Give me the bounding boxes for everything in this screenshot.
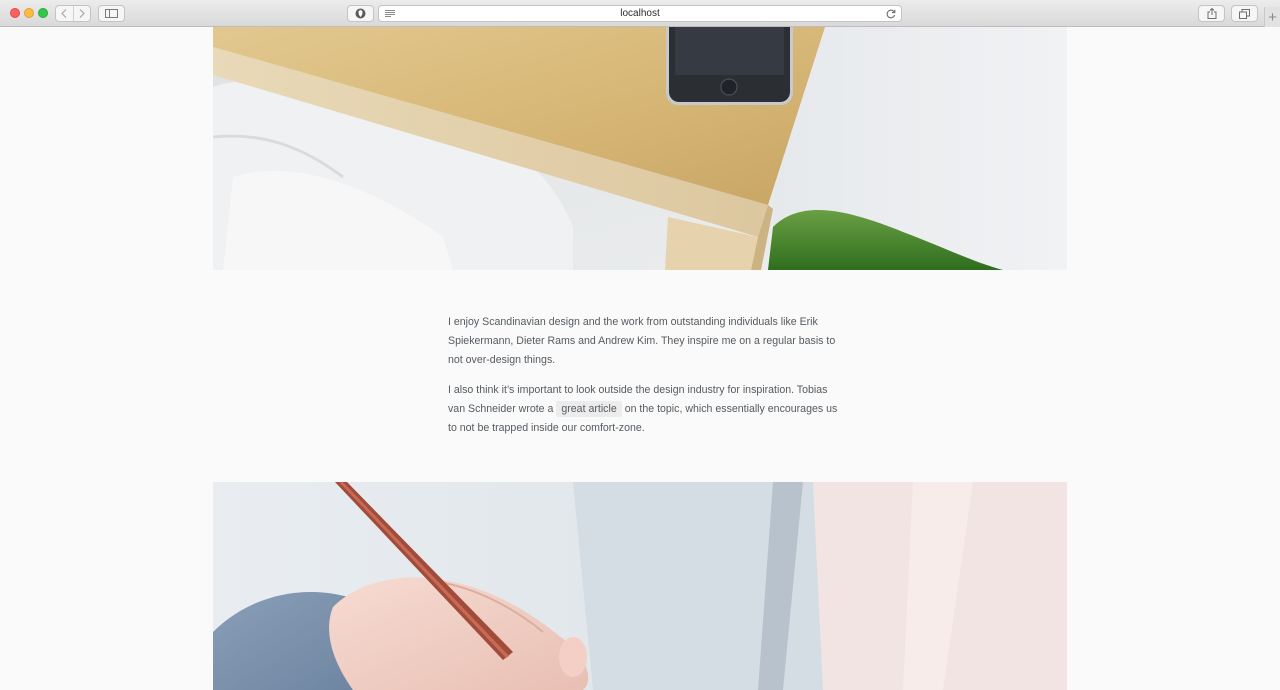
- zoom-window-button[interactable]: [38, 8, 48, 18]
- hero-image-desk-phone: [213, 27, 1067, 270]
- great-article-link[interactable]: great article: [556, 400, 622, 417]
- shield-icon: [355, 8, 366, 19]
- browser-toolbar: localhost +: [0, 0, 1280, 27]
- close-window-button[interactable]: [10, 8, 20, 18]
- minimize-window-button[interactable]: [24, 8, 34, 18]
- chevron-left-icon: [61, 9, 67, 18]
- privacy-button[interactable]: [347, 5, 374, 22]
- desk-photo: [213, 27, 1067, 270]
- history-navigation: [55, 5, 91, 22]
- forward-button[interactable]: [72, 6, 91, 21]
- back-button[interactable]: [56, 6, 73, 21]
- hero-image-hand-pencil: [213, 482, 1067, 690]
- pencil-photo: [213, 482, 1067, 690]
- article-body: I enjoy Scandinavian design and the work…: [448, 313, 838, 448]
- address-bar[interactable]: localhost: [378, 5, 902, 22]
- chevron-right-icon: [79, 9, 85, 18]
- paragraph: I also think it’s important to look outs…: [448, 381, 838, 439]
- share-button[interactable]: [1198, 5, 1225, 22]
- paragraph: I enjoy Scandinavian design and the work…: [448, 316, 836, 367]
- share-icon: [1207, 8, 1216, 19]
- reload-icon[interactable]: [886, 9, 896, 19]
- show-tabs-button[interactable]: [1231, 5, 1258, 22]
- new-tab-button[interactable]: +: [1264, 7, 1280, 27]
- sidebar-toggle-button[interactable]: [98, 5, 125, 22]
- tabs-overview-icon: [1239, 8, 1250, 19]
- address-text: localhost: [620, 8, 660, 19]
- sidebar-icon: [105, 9, 118, 18]
